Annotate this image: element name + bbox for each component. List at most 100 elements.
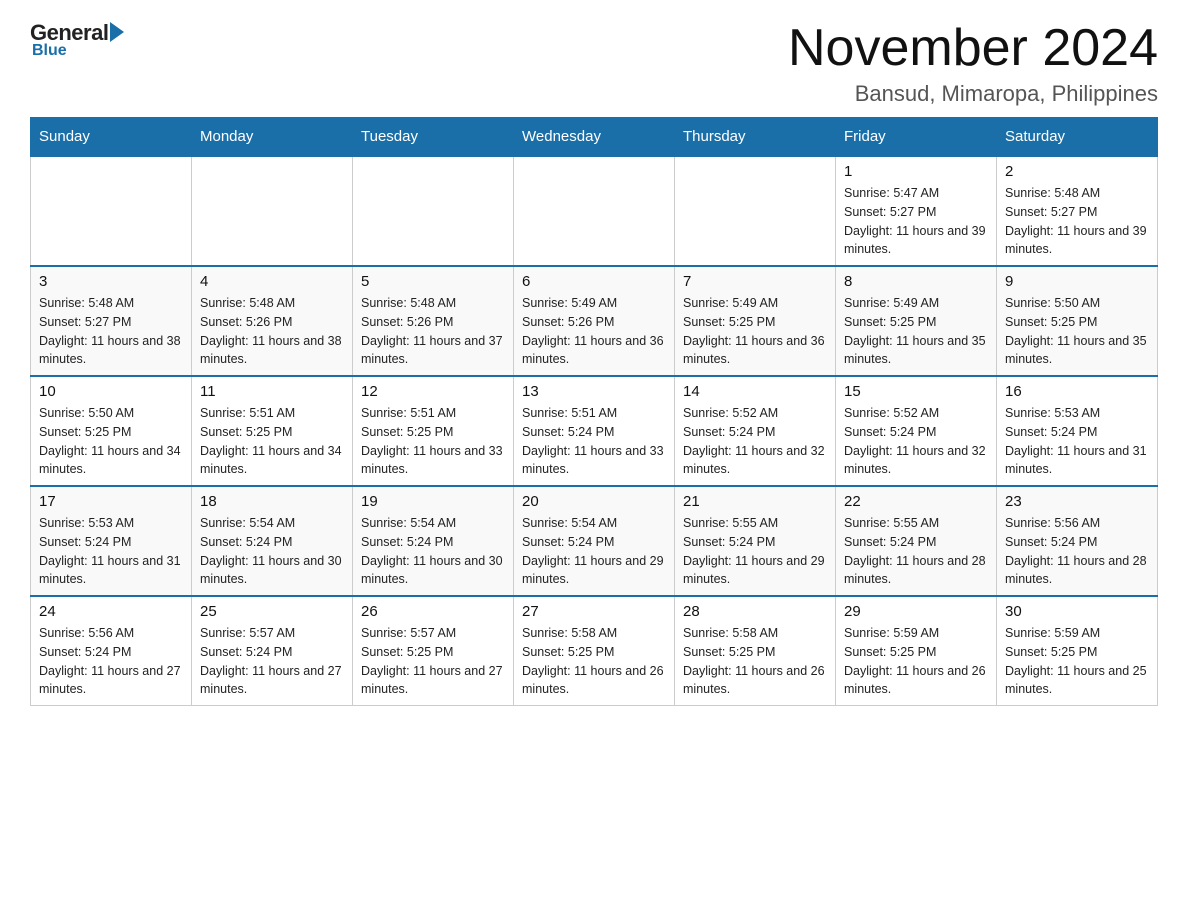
day-number: 19 xyxy=(361,493,505,510)
day-info: Sunrise: 5:57 AMSunset: 5:25 PMDaylight:… xyxy=(361,624,505,699)
calendar-cell: 13 Sunrise: 5:51 AMSunset: 5:24 PMDayligh… xyxy=(514,376,675,486)
calendar-cell: 18 Sunrise: 5:54 AMSunset: 5:24 PMDayligh… xyxy=(192,486,353,596)
day-info: Sunrise: 5:51 AMSunset: 5:24 PMDaylight:… xyxy=(522,404,666,479)
calendar-cell: 3 Sunrise: 5:48 AMSunset: 5:27 PMDaylight… xyxy=(31,266,192,376)
day-number: 1 xyxy=(844,163,988,180)
day-number: 2 xyxy=(1005,163,1149,180)
day-number: 25 xyxy=(200,603,344,620)
day-info: Sunrise: 5:51 AMSunset: 5:25 PMDaylight:… xyxy=(200,404,344,479)
day-info: Sunrise: 5:54 AMSunset: 5:24 PMDaylight:… xyxy=(361,514,505,589)
day-info: Sunrise: 5:52 AMSunset: 5:24 PMDaylight:… xyxy=(683,404,827,479)
calendar-cell: 16Sunrise: 5:53 AMSunset: 5:24 PMDayligh… xyxy=(997,376,1158,486)
calendar-cell: 17 Sunrise: 5:53 AMSunset: 5:24 PMDayligh… xyxy=(31,486,192,596)
calendar-cell: 8 Sunrise: 5:49 AMSunset: 5:25 PMDaylight… xyxy=(836,266,997,376)
calendar-cell xyxy=(31,156,192,266)
day-number: 23 xyxy=(1005,493,1149,510)
calendar-cell: 27 Sunrise: 5:58 AMSunset: 5:25 PMDayligh… xyxy=(514,596,675,706)
logo-triangle-icon xyxy=(110,22,124,42)
day-number: 7 xyxy=(683,273,827,290)
day-info: Sunrise: 5:54 AMSunset: 5:24 PMDaylight:… xyxy=(522,514,666,589)
calendar-cell: 9 Sunrise: 5:50 AMSunset: 5:25 PMDaylight… xyxy=(997,266,1158,376)
day-info: Sunrise: 5:48 AMSunset: 5:27 PMDaylight:… xyxy=(39,294,183,369)
day-number: 8 xyxy=(844,273,988,290)
day-info: Sunrise: 5:48 AMSunset: 5:26 PMDaylight:… xyxy=(200,294,344,369)
calendar-week-row: 1 Sunrise: 5:47 AMSunset: 5:27 PMDaylight… xyxy=(31,156,1158,266)
calendar-cell: 19 Sunrise: 5:54 AMSunset: 5:24 PMDayligh… xyxy=(353,486,514,596)
calendar-cell: 26 Sunrise: 5:57 AMSunset: 5:25 PMDayligh… xyxy=(353,596,514,706)
day-number: 13 xyxy=(522,383,666,400)
day-info: Sunrise: 5:49 AMSunset: 5:25 PMDaylight:… xyxy=(844,294,988,369)
calendar-cell: 4 Sunrise: 5:48 AMSunset: 5:26 PMDaylight… xyxy=(192,266,353,376)
day-number: 12 xyxy=(361,383,505,400)
day-number: 24 xyxy=(39,603,183,620)
day-info: Sunrise: 5:59 AMSunset: 5:25 PMDaylight:… xyxy=(1005,624,1149,699)
day-info: Sunrise: 5:53 AMSunset: 5:24 PMDaylight:… xyxy=(39,514,183,589)
calendar-cell: 6Sunrise: 5:49 AMSunset: 5:26 PMDaylight… xyxy=(514,266,675,376)
day-number: 18 xyxy=(200,493,344,510)
calendar-week-row: 10Sunrise: 5:50 AMSunset: 5:25 PMDayligh… xyxy=(31,376,1158,486)
day-info: Sunrise: 5:48 AMSunset: 5:27 PMDaylight:… xyxy=(1005,184,1149,259)
calendar-header-sunday: Sunday xyxy=(31,118,192,157)
day-number: 27 xyxy=(522,603,666,620)
day-info: Sunrise: 5:49 AMSunset: 5:26 PMDaylight:… xyxy=(522,294,666,369)
day-number: 3 xyxy=(39,273,183,290)
day-number: 10 xyxy=(39,383,183,400)
day-number: 28 xyxy=(683,603,827,620)
day-number: 14 xyxy=(683,383,827,400)
day-info: Sunrise: 5:59 AMSunset: 5:25 PMDaylight:… xyxy=(844,624,988,699)
calendar-cell: 21 Sunrise: 5:55 AMSunset: 5:24 PMDayligh… xyxy=(675,486,836,596)
calendar-cell: 29 Sunrise: 5:59 AMSunset: 5:25 PMDayligh… xyxy=(836,596,997,706)
day-info: Sunrise: 5:57 AMSunset: 5:24 PMDaylight:… xyxy=(200,624,344,699)
main-title: November 2024 xyxy=(788,20,1158,77)
day-info: Sunrise: 5:51 AMSunset: 5:25 PMDaylight:… xyxy=(361,404,505,479)
day-info: Sunrise: 5:55 AMSunset: 5:24 PMDaylight:… xyxy=(844,514,988,589)
day-info: Sunrise: 5:50 AMSunset: 5:25 PMDaylight:… xyxy=(1005,294,1149,369)
calendar-cell: 2 Sunrise: 5:48 AMSunset: 5:27 PMDaylight… xyxy=(997,156,1158,266)
calendar-cell: 30 Sunrise: 5:59 AMSunset: 5:25 PMDayligh… xyxy=(997,596,1158,706)
calendar-cell: 5 Sunrise: 5:48 AMSunset: 5:26 PMDaylight… xyxy=(353,266,514,376)
calendar-cell: 15Sunrise: 5:52 AMSunset: 5:24 PMDayligh… xyxy=(836,376,997,486)
day-number: 11 xyxy=(200,383,344,400)
day-info: Sunrise: 5:56 AMSunset: 5:24 PMDaylight:… xyxy=(1005,514,1149,589)
calendar-cell: 10Sunrise: 5:50 AMSunset: 5:25 PMDayligh… xyxy=(31,376,192,486)
calendar-cell: 23 Sunrise: 5:56 AMSunset: 5:24 PMDayligh… xyxy=(997,486,1158,596)
calendar-cell: 1 Sunrise: 5:47 AMSunset: 5:27 PMDaylight… xyxy=(836,156,997,266)
calendar-cell: 11 Sunrise: 5:51 AMSunset: 5:25 PMDayligh… xyxy=(192,376,353,486)
day-info: Sunrise: 5:54 AMSunset: 5:24 PMDaylight:… xyxy=(200,514,344,589)
day-info: Sunrise: 5:48 AMSunset: 5:26 PMDaylight:… xyxy=(361,294,505,369)
day-number: 9 xyxy=(1005,273,1149,290)
calendar-cell: 24 Sunrise: 5:56 AMSunset: 5:24 PMDayligh… xyxy=(31,596,192,706)
calendar-header-monday: Monday xyxy=(192,118,353,157)
day-number: 17 xyxy=(39,493,183,510)
day-info: Sunrise: 5:58 AMSunset: 5:25 PMDaylight:… xyxy=(683,624,827,699)
day-info: Sunrise: 5:58 AMSunset: 5:25 PMDaylight:… xyxy=(522,624,666,699)
calendar-cell: 25 Sunrise: 5:57 AMSunset: 5:24 PMDayligh… xyxy=(192,596,353,706)
day-number: 26 xyxy=(361,603,505,620)
day-info: Sunrise: 5:47 AMSunset: 5:27 PMDaylight:… xyxy=(844,184,988,259)
calendar-cell: 12 Sunrise: 5:51 AMSunset: 5:25 PMDayligh… xyxy=(353,376,514,486)
day-number: 30 xyxy=(1005,603,1149,620)
calendar-header-thursday: Thursday xyxy=(675,118,836,157)
day-number: 21 xyxy=(683,493,827,510)
day-info: Sunrise: 5:49 AMSunset: 5:25 PMDaylight:… xyxy=(683,294,827,369)
logo: General Blue xyxy=(30,20,124,60)
calendar-header-row: SundayMondayTuesdayWednesdayThursdayFrid… xyxy=(31,118,1158,157)
day-number: 4 xyxy=(200,273,344,290)
calendar-week-row: 17 Sunrise: 5:53 AMSunset: 5:24 PMDayligh… xyxy=(31,486,1158,596)
calendar-header-tuesday: Tuesday xyxy=(353,118,514,157)
calendar-week-row: 3 Sunrise: 5:48 AMSunset: 5:27 PMDaylight… xyxy=(31,266,1158,376)
calendar-header-friday: Friday xyxy=(836,118,997,157)
calendar-table: SundayMondayTuesdayWednesdayThursdayFrid… xyxy=(30,117,1158,706)
calendar-week-row: 24 Sunrise: 5:56 AMSunset: 5:24 PMDayligh… xyxy=(31,596,1158,706)
calendar-cell xyxy=(675,156,836,266)
day-info: Sunrise: 5:56 AMSunset: 5:24 PMDaylight:… xyxy=(39,624,183,699)
day-info: Sunrise: 5:52 AMSunset: 5:24 PMDaylight:… xyxy=(844,404,988,479)
calendar-cell: 14 Sunrise: 5:52 AMSunset: 5:24 PMDayligh… xyxy=(675,376,836,486)
day-info: Sunrise: 5:53 AMSunset: 5:24 PMDaylight:… xyxy=(1005,404,1149,479)
calendar-cell: 22Sunrise: 5:55 AMSunset: 5:24 PMDayligh… xyxy=(836,486,997,596)
day-info: Sunrise: 5:55 AMSunset: 5:24 PMDaylight:… xyxy=(683,514,827,589)
subtitle: Bansud, Mimaropa, Philippines xyxy=(788,81,1158,107)
title-section: November 2024 Bansud, Mimaropa, Philippi… xyxy=(788,20,1158,107)
day-number: 5 xyxy=(361,273,505,290)
day-number: 29 xyxy=(844,603,988,620)
